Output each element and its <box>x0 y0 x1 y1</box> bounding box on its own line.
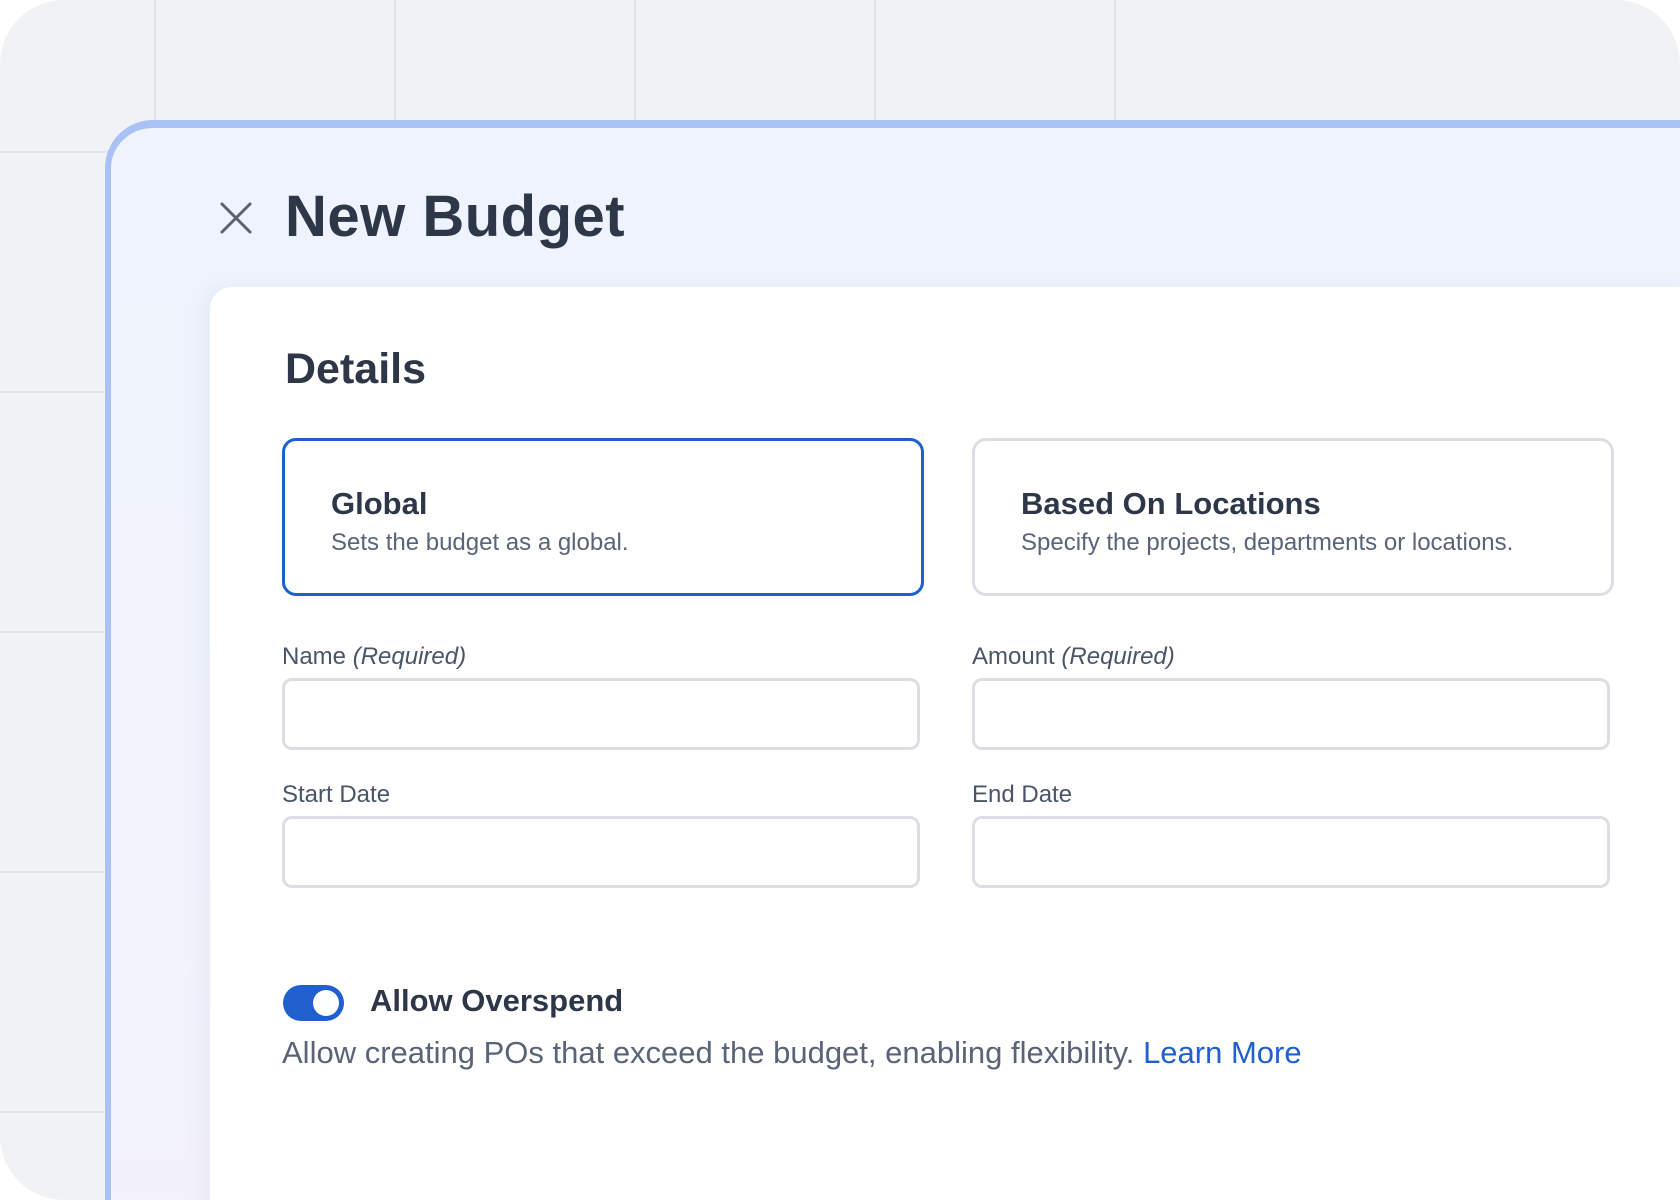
page-title: New Budget <box>285 184 626 249</box>
amount-label-text: Amount <box>972 643 1055 670</box>
background-grid-line <box>874 0 876 125</box>
option-title: Global <box>331 486 428 521</box>
start-date-label: Start Date <box>282 781 391 808</box>
end-date-label: End Date <box>972 781 1073 808</box>
learn-more-link[interactable]: Learn More <box>1143 1035 1302 1070</box>
name-label: Name (Required) <box>282 642 466 672</box>
background-grid-line <box>0 1111 110 1113</box>
required-note: (Required) <box>1061 643 1175 670</box>
close-icon <box>220 202 252 234</box>
option-title: Based On Locations <box>1021 486 1321 521</box>
name-label-text: Name <box>282 643 347 670</box>
required-note: (Required) <box>352 643 467 670</box>
end-date-input[interactable] <box>972 816 1610 888</box>
details-heading: Details <box>285 345 427 393</box>
help-text-body: Allow creating POs that exceed the budge… <box>282 1035 1135 1070</box>
background-grid-line <box>0 151 110 153</box>
background-grid-line <box>0 631 110 633</box>
amount-label: Amount (Required) <box>972 642 1175 672</box>
close-button[interactable] <box>216 198 256 238</box>
background-grid-line <box>0 391 110 393</box>
budget-type-global-option[interactable]: Global Sets the budget as a global. <box>282 438 924 596</box>
background-grid-line <box>154 0 156 125</box>
option-description: Specify the projects, departments or loc… <box>1021 529 1514 556</box>
background-grid-line <box>634 0 636 125</box>
background-grid-line <box>394 0 396 125</box>
background-grid-line <box>1114 0 1116 125</box>
name-input[interactable] <box>282 678 920 750</box>
start-date-input[interactable] <box>282 816 920 888</box>
app-frame: New Budget Details Global Sets the budge… <box>0 0 1680 1200</box>
toggle-knob <box>313 990 339 1016</box>
budget-type-locations-option[interactable]: Based On Locations Specify the projects,… <box>972 438 1614 596</box>
allow-overspend-toggle[interactable] <box>283 985 344 1021</box>
amount-input[interactable] <box>972 678 1610 750</box>
background-grid-line <box>0 871 110 873</box>
overspend-help-text: Allow creating POs that exceed the budge… <box>282 1034 1302 1072</box>
allow-overspend-label: Allow Overspend <box>370 983 624 1018</box>
option-description: Sets the budget as a global. <box>331 529 629 556</box>
